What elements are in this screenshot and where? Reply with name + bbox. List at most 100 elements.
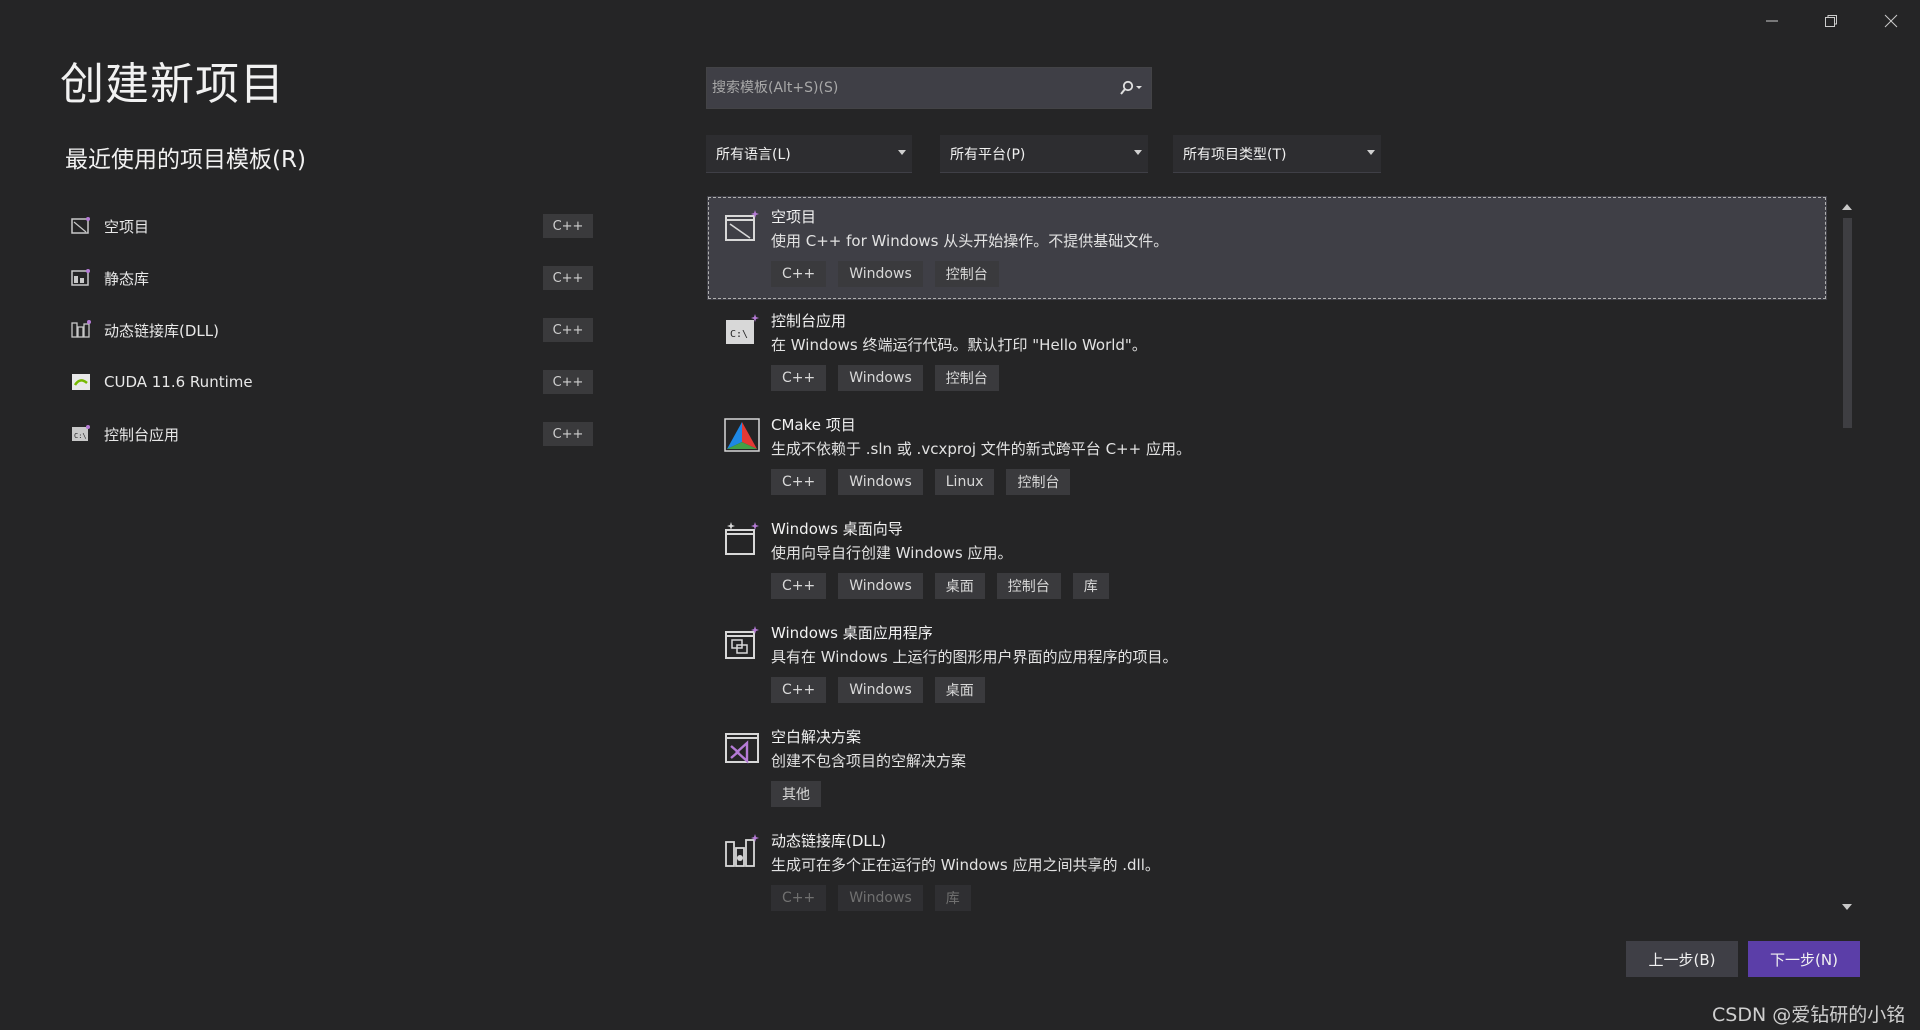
template-tags: C++ Windows 桌面 控制台 库 [771,573,1827,599]
template-tag: 其他 [771,781,821,807]
recent-item-label: CUDA 11.6 Runtime [104,373,253,391]
template-name: 控制台应用 [771,312,847,330]
static-library-icon [71,269,90,286]
svg-text:C:\: C:\ [730,329,748,340]
template-name: CMake 项目 [771,416,856,434]
recent-item-label: 控制台应用 [104,425,180,444]
template-item-dll[interactable]: 动态链接库(DLL) 生成可在多个正在运行的 Windows 应用之间共享的 .… [707,820,1827,914]
console-app-icon: C:\ [72,425,90,441]
desktop-wizard-icon [725,522,759,555]
recent-item-tag: C++ [543,318,593,342]
language-filter-label: 所有语言(L) [716,146,791,163]
template-name: Windows 桌面向导 [771,520,903,538]
minimize-icon [1766,20,1778,22]
template-name: 空项目 [771,208,817,226]
template-list-scrollbar[interactable] [1838,196,1856,916]
template-tag: Windows [838,261,923,287]
template-name: 动态链接库(DLL) [771,832,886,850]
template-name: 空白解决方案 [771,728,862,746]
svg-text:C:\: C:\ [74,432,87,440]
restore-icon [1825,15,1837,27]
template-tag: Windows [838,573,923,599]
project-type-filter[interactable]: 所有项目类型(T) [1173,135,1381,173]
template-item-desktop-app[interactable]: Windows 桌面应用程序 具有在 Windows 上运行的图形用户界面的应用… [707,612,1827,716]
cuda-icon [72,374,90,390]
recent-item-console-app[interactable]: C:\ 控制台应用 C++ [66,408,596,460]
dll-icon [71,320,91,338]
empty-project-icon [725,210,759,241]
template-tag: 桌面 [934,573,985,599]
close-button[interactable] [1863,6,1919,36]
search-box [706,67,1152,109]
template-tag: C++ [771,365,827,391]
close-icon [1884,14,1898,28]
template-tags: C++ Windows 控制台 [771,261,1827,287]
console-app-icon: C:\ [726,314,759,344]
recent-item-dll[interactable]: 动态链接库(DLL) C++ [66,304,596,356]
recent-item-label: 空项目 [104,217,150,236]
platform-filter[interactable]: 所有平台(P) [940,135,1148,173]
template-tag: 库 [934,885,971,911]
template-tags: C++ Windows Linux 控制台 [771,469,1827,495]
template-tags: C++ Windows 桌面 [771,677,1827,703]
chevron-down-icon [898,150,906,155]
recent-templates-list: 空项目 C++ 静态库 C++ 动态链接库(DLL) C++ CUDA 11.6… [66,200,596,460]
empty-project-icon [71,217,90,234]
recent-item-empty-project[interactable]: 空项目 C++ [66,200,596,252]
watermark: CSDN @爱钻研的小铭 [1712,1004,1906,1026]
template-item-blank-solution[interactable]: 空白解决方案 创建不包含项目的空解决方案 其他 [707,716,1827,820]
template-tags: C++ Windows 库 [771,885,1827,911]
template-description: 创建不包含项目的空解决方案 [771,752,967,770]
chevron-down-icon [1134,150,1142,155]
cmake-icon [724,418,760,452]
template-description: 生成不依赖于 .sln 或 .vcxproj 文件的新式跨平台 C++ 应用。 [771,440,1191,458]
restore-button[interactable] [1803,6,1859,36]
recent-item-label: 动态链接库(DLL) [104,321,219,340]
recent-item-tag: C++ [543,214,593,238]
template-name: Windows 桌面应用程序 [771,624,933,642]
recent-item-static-library[interactable]: 静态库 C++ [66,252,596,304]
project-type-filter-label: 所有项目类型(T) [1183,146,1287,163]
template-tag: Windows [838,885,923,911]
template-item-empty-project[interactable]: 空项目 使用 C++ for Windows 从头开始操作。不提供基础文件。 C… [707,196,1827,300]
chevron-down-icon [1367,150,1375,155]
search-input[interactable] [707,68,1111,108]
template-tag: 控制台 [996,573,1061,599]
recent-item-tag: C++ [543,422,593,446]
recent-item-cuda[interactable]: CUDA 11.6 Runtime C++ [66,356,596,408]
template-tag: C++ [771,261,827,287]
template-tags: 其他 [771,781,1827,807]
template-description: 使用向导自行创建 Windows 应用。 [771,544,1013,562]
template-tag: C++ [771,677,827,703]
template-tag: C++ [771,885,827,911]
template-tags: C++ Windows 控制台 [771,365,1827,391]
language-filter[interactable]: 所有语言(L) [706,135,912,173]
template-item-console-app[interactable]: C:\ 控制台应用 在 Windows 终端运行代码。默认打印 "Hello W… [707,300,1827,404]
recent-item-tag: C++ [543,370,593,394]
scrollbar-thumb[interactable] [1843,218,1852,428]
template-tag: 控制台 [1006,469,1071,495]
create-project-dialog: 创建新项目 最近使用的项目模板(R) 空项目 C++ 静态库 C++ 动态链接库… [0,0,1920,1030]
dll-icon [725,834,759,867]
recent-item-tag: C++ [543,266,593,290]
scroll-up-icon[interactable] [1842,204,1852,210]
next-button[interactable]: 下一步(N) [1748,941,1860,977]
template-item-desktop-wizard[interactable]: Windows 桌面向导 使用向导自行创建 Windows 应用。 C++ Wi… [707,508,1827,612]
template-item-cmake[interactable]: CMake 项目 生成不依赖于 .sln 或 .vcxproj 文件的新式跨平台… [707,404,1827,508]
page-title: 创建新项目 [60,59,285,110]
search-button[interactable] [1111,68,1151,108]
search-icon [1120,80,1142,95]
template-tag: 控制台 [934,365,999,391]
template-description: 在 Windows 终端运行代码。默认打印 "Hello World"。 [771,336,1147,354]
recent-templates-title: 最近使用的项目模板(R) [65,147,306,173]
template-tag: C++ [771,573,827,599]
scroll-down-icon[interactable] [1842,904,1852,910]
template-list: 空项目 使用 C++ for Windows 从头开始操作。不提供基础文件。 C… [707,196,1827,914]
template-tag: Windows [838,677,923,703]
blank-solution-icon [725,733,759,764]
minimize-button[interactable] [1744,6,1800,36]
template-description: 生成可在多个正在运行的 Windows 应用之间共享的 .dll。 [771,856,1160,874]
platform-filter-label: 所有平台(P) [950,146,1026,163]
back-button[interactable]: 上一步(B) [1626,941,1738,977]
template-tag: Linux [934,469,995,495]
